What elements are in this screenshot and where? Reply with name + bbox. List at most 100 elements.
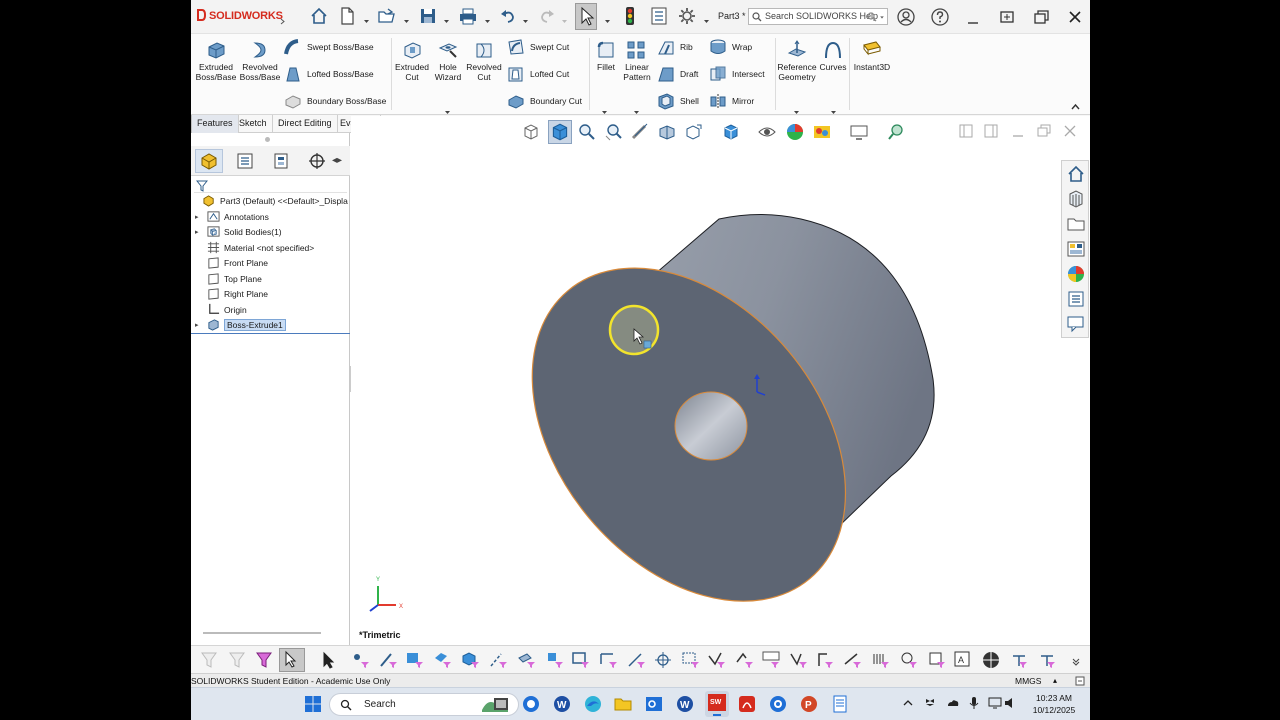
revolved-boss-button[interactable]: Revolved Boss/Base — [239, 39, 281, 82]
save-dropdown-icon[interactable] — [443, 12, 450, 23]
file-explorer-taskbar-icon[interactable] — [613, 694, 633, 714]
fillet-button[interactable]: Fillet — [592, 39, 620, 73]
filter-centerlines-icon[interactable] — [627, 650, 647, 670]
tab-direct-editing[interactable]: Direct Editing — [273, 115, 338, 133]
boundary-cut-button[interactable]: Boundary Cut — [507, 91, 582, 111]
filter-surface-bodies-icon[interactable] — [433, 650, 453, 670]
toolbar-overflow-icon[interactable] — [1071, 654, 1081, 666]
open-folder-icon[interactable] — [376, 5, 398, 27]
edge-browser-icon[interactable] — [583, 694, 603, 714]
close-icon[interactable] — [1065, 7, 1085, 27]
filter-datum-features-icon[interactable] — [789, 650, 809, 670]
intersect-button[interactable]: Intersect — [709, 64, 765, 84]
word-icon-2[interactable]: W — [675, 694, 695, 714]
filter-blocks-icon[interactable] — [899, 650, 919, 670]
acrobat-icon[interactable] — [737, 694, 757, 714]
file-properties-icon[interactable] — [648, 5, 670, 27]
filter-datum-targets-icon[interactable] — [815, 650, 835, 670]
swept-boss-button[interactable]: Swept Boss/Base — [284, 37, 374, 57]
feature-tree-tab-icon[interactable] — [195, 149, 223, 173]
filter-notes-icon[interactable] — [761, 650, 781, 670]
show-hidden-icons-icon[interactable] — [901, 696, 915, 710]
design-library-icon[interactable] — [1066, 189, 1086, 209]
filter-sketch-icon[interactable] — [1037, 650, 1057, 670]
curves-button[interactable]: Curves — [819, 39, 847, 73]
appearances-icon[interactable] — [1066, 264, 1086, 284]
undo-icon[interactable] — [497, 5, 519, 27]
volume-icon[interactable] — [1003, 696, 1017, 710]
filter-solid-bodies-icon[interactable] — [461, 650, 481, 670]
swept-cut-button[interactable]: Swept Cut — [507, 37, 569, 57]
filter-faces-icon[interactable] — [405, 650, 425, 670]
clear-filters-icon[interactable] — [227, 650, 247, 670]
chrome-like-icon[interactable] — [768, 694, 788, 714]
wrap-button[interactable]: Wrap — [709, 37, 752, 57]
options-dropdown-icon[interactable] — [703, 12, 710, 23]
outlook-icon[interactable] — [644, 694, 664, 714]
boundary-boss-button[interactable]: Boundary Boss/Base — [284, 91, 386, 111]
view-palette-icon[interactable] — [1066, 239, 1086, 259]
filter-cosmetic-threads-icon[interactable] — [843, 650, 863, 670]
open-dropdown-icon[interactable] — [403, 12, 410, 23]
rib-button[interactable]: Rib — [657, 37, 693, 57]
filter-connection-points-icon[interactable]: A — [953, 650, 973, 670]
tab-features[interactable]: Features — [191, 115, 239, 133]
fillet-dropdown-icon[interactable] — [601, 103, 608, 114]
tree-item-annotations[interactable]: ▸ Annotations — [191, 209, 350, 224]
maximize-icon[interactable] — [1031, 7, 1051, 27]
filter-routing-points-icon[interactable] — [927, 650, 947, 670]
cylinder-body[interactable] — [468, 207, 935, 645]
filter-center-marks-icon[interactable] — [653, 650, 673, 670]
home-icon[interactable] — [308, 5, 330, 27]
shell-button[interactable]: Shell — [657, 91, 699, 111]
display-icon[interactable] — [988, 696, 1002, 710]
forum-icon[interactable] — [1066, 314, 1086, 334]
new-document-icon[interactable] — [336, 5, 358, 27]
new-dropdown-icon[interactable] — [363, 12, 370, 23]
search-go-icon[interactable] — [867, 12, 877, 22]
tab-sketch[interactable]: Sketch — [234, 115, 273, 133]
dropbox-icon[interactable] — [923, 696, 937, 710]
hole-wizard-button[interactable]: Hole Wizard — [431, 39, 465, 82]
print-dropdown-icon[interactable] — [484, 12, 491, 23]
filter-edges-icon[interactable] — [379, 650, 399, 670]
options-gear-icon[interactable] — [676, 5, 698, 27]
horizontal-scrollbar[interactable] — [203, 632, 321, 634]
powerpoint-icon[interactable]: P — [799, 694, 819, 714]
select-button[interactable] — [575, 3, 597, 30]
select-tool-icon[interactable] — [279, 648, 305, 672]
word-icon-1[interactable]: W — [552, 694, 572, 714]
expand-arrow-icon[interactable]: ▸ — [195, 228, 203, 236]
notepad-icon[interactable] — [830, 694, 850, 714]
property-manager-tab-icon[interactable] — [231, 149, 259, 173]
model-3d-view[interactable]: Y X — [351, 116, 1090, 645]
save-icon[interactable] — [417, 5, 439, 27]
lofted-cut-button[interactable]: Lofted Cut — [507, 64, 569, 84]
taskbar-clock[interactable]: 10:23 AM 10/12/2025 — [1021, 692, 1087, 716]
collapse-ribbon-icon[interactable] — [1071, 98, 1080, 110]
windows-start-icon[interactable] — [303, 694, 323, 714]
filter-surface-finish-icon[interactable] — [707, 650, 727, 670]
extruded-cut-button[interactable]: Extruded Cut — [394, 39, 430, 82]
tree-item-boss-extrude1[interactable]: ▸ Boss-Extrude1 — [191, 317, 350, 332]
tree-item-right-plane[interactable]: Right Plane — [191, 286, 350, 301]
graphics-area[interactable]: Y X *Trimetric — [351, 116, 1090, 645]
draft-button[interactable]: Draft — [657, 64, 698, 84]
filter-midpoints-icon[interactable] — [599, 650, 619, 670]
filter-welds-icon[interactable] — [871, 650, 891, 670]
reference-geometry-dropdown-icon[interactable] — [793, 103, 800, 114]
microphone-icon[interactable] — [967, 696, 981, 710]
solidworks-logo[interactable]: SOLIDWORKS — [195, 8, 283, 22]
filter-axes-icon[interactable] — [489, 650, 509, 670]
units-dropdown-icon[interactable]: ▴ — [1053, 676, 1057, 685]
expand-arrow-icon[interactable]: ▸ — [195, 321, 203, 329]
menu-expand-icon[interactable] — [279, 12, 286, 25]
filter-vertices-icon[interactable] — [351, 650, 371, 670]
instant3d-button[interactable]: Instant3D — [851, 39, 893, 73]
hole-dropdown-icon[interactable] — [444, 103, 451, 114]
select-dropdown-icon[interactable] — [604, 12, 611, 23]
print-icon[interactable] — [457, 5, 479, 27]
rollback-bar[interactable] — [191, 333, 350, 334]
undo-dropdown-icon[interactable] — [522, 12, 529, 23]
selection-cursor-icon[interactable] — [318, 650, 338, 670]
